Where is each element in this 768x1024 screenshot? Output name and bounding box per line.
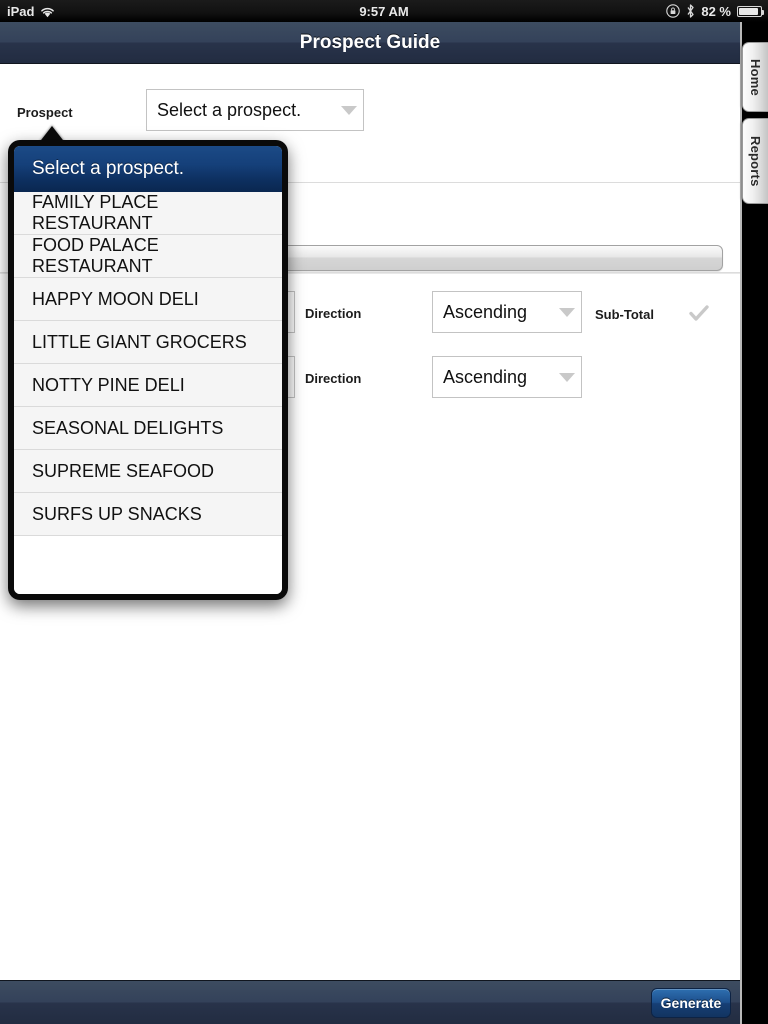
list-item-label: SUPREME SEAFOOD (32, 460, 215, 481)
sidebar-item-home[interactable]: Home (742, 42, 768, 112)
battery-fill (739, 7, 758, 15)
bottom-toolbar: Generate (0, 980, 740, 1024)
page-title: Prospect Guide (299, 31, 441, 53)
popover-empty-space (14, 536, 282, 594)
generate-button[interactable]: Generate (651, 988, 731, 1018)
popover-header-item[interactable]: Select a prospect. (14, 146, 282, 192)
direction-select-value: Ascending (443, 366, 528, 387)
battery-percent-label: 82 % (701, 3, 731, 19)
chevron-down-icon (559, 307, 575, 317)
rotation-lock-icon (666, 4, 681, 18)
direction-select-value: Ascending (443, 301, 528, 322)
popover-header-label: Select a prospect. (32, 158, 185, 179)
list-item-label: FAMILY PLACE RESTAURANT (32, 192, 159, 233)
direction-label: Direction (305, 306, 362, 321)
list-item-label: NOTTY PINE DELI (32, 374, 185, 395)
list-item[interactable]: FAMILY PLACE RESTAURANT (14, 192, 282, 235)
generate-button-label: Generate (660, 995, 722, 1011)
bluetooth-icon (686, 4, 695, 18)
ios-status-bar: iPad 9:57 AM 82 % (0, 0, 768, 22)
status-bar-clock: 9:57 AM (359, 3, 409, 19)
direction-label: Direction (305, 371, 362, 386)
prospect-label: Prospect (17, 105, 73, 120)
list-item[interactable]: SEASONAL DELIGHTS (14, 407, 282, 450)
navigation-bar: Prospect Guide (0, 22, 740, 64)
screen: iPad 9:57 AM 82 % Prospect Guide Prospec… (0, 0, 768, 1024)
list-item-label: LITTLE GIANT GROCERS (32, 331, 247, 352)
list-item[interactable]: SURFS UP SNACKS (14, 493, 282, 536)
chevron-down-icon (559, 372, 575, 382)
prospect-field-row: Prospect Select a prospect. (0, 80, 740, 142)
tab-home-label: Home (748, 58, 763, 96)
popover-list: Select a prospect. FAMILY PLACE RESTAURA… (14, 146, 282, 594)
list-item-label: FOOD PALACE RESTAURANT (32, 235, 159, 276)
subtotal-checkbox[interactable] (688, 302, 710, 329)
sidebar-item-reports[interactable]: Reports (742, 118, 768, 204)
status-bar-right: 82 % (666, 3, 764, 19)
list-item[interactable]: SUPREME SEAFOOD (14, 450, 282, 493)
direction-select[interactable]: Ascending (432, 356, 582, 398)
tab-reports-label: Reports (748, 135, 763, 187)
list-item[interactable]: HAPPY MOON DELI (14, 278, 282, 321)
list-item-label: SEASONAL DELIGHTS (32, 417, 224, 438)
list-item[interactable]: NOTTY PINE DELI (14, 364, 282, 407)
direction-select[interactable]: Ascending (432, 291, 582, 333)
checkmark-icon (689, 305, 709, 321)
list-item[interactable]: FOOD PALACE RESTAURANT (14, 235, 282, 278)
prospect-select[interactable]: Select a prospect. (146, 89, 364, 131)
prospect-select-value: Select a prospect. (157, 99, 302, 120)
battery-icon (737, 5, 764, 17)
list-item[interactable]: LITTLE GIANT GROCERS (14, 321, 282, 364)
side-tab-strip: Home Reports (740, 22, 768, 1024)
list-item-label: HAPPY MOON DELI (32, 288, 199, 309)
popover-frame: Select a prospect. FAMILY PLACE RESTAURA… (8, 140, 288, 600)
chevron-down-icon (341, 105, 357, 115)
list-item-label: SURFS UP SNACKS (32, 503, 202, 524)
subtotal-label: Sub-Total (595, 307, 654, 322)
